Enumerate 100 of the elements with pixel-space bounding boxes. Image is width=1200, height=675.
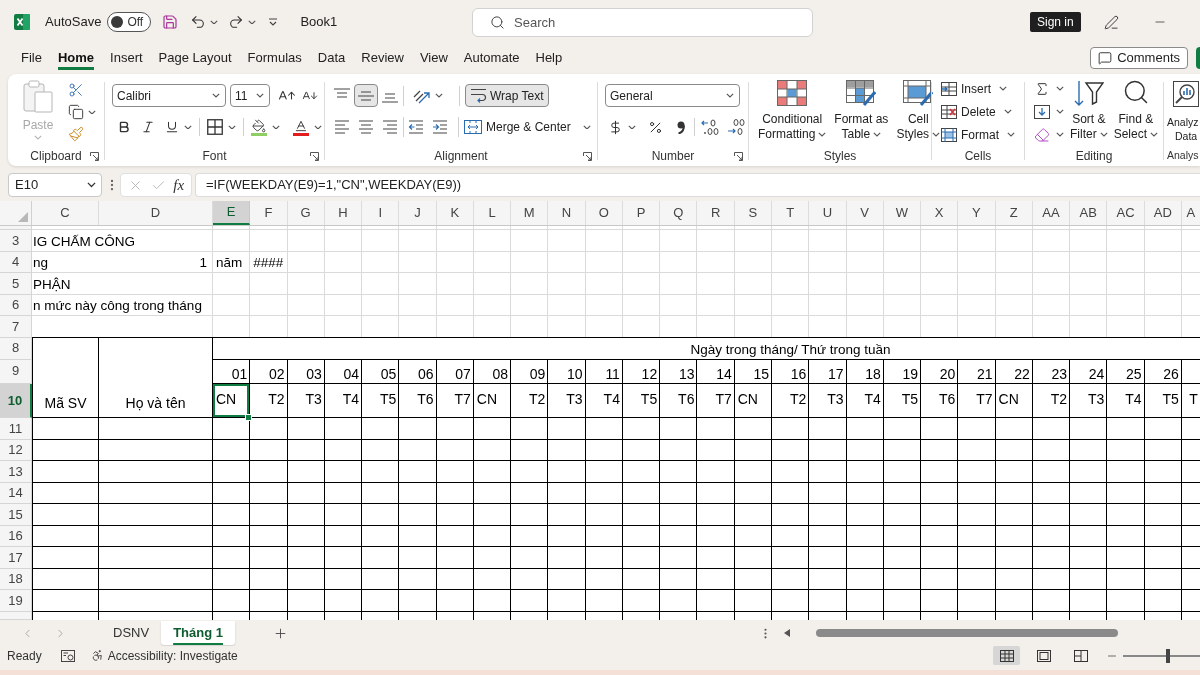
font-size-dropdown[interactable]: 11 [230,84,270,107]
redo-icon[interactable] [228,14,245,30]
row-header[interactable]: 7 [0,316,32,338]
share-button[interactable] [1196,47,1200,69]
column-header[interactable]: Z [995,201,1033,225]
row-header[interactable]: 5 [0,273,32,295]
copy-icon[interactable] [68,104,84,120]
fill-color-icon[interactable] [251,118,267,136]
row-header[interactable]: 9 [0,359,32,384]
dialog-launcher-icon[interactable] [310,151,319,161]
caret-icon[interactable] [1056,132,1064,137]
menu-tab[interactable]: Data [317,46,346,70]
dialog-launcher-icon[interactable] [583,151,592,161]
align-center-icon[interactable] [358,120,374,134]
row-header[interactable]: 3 [0,230,32,252]
fill-down-icon[interactable] [1034,104,1050,119]
underline-icon[interactable] [165,120,179,134]
caret-icon[interactable] [88,109,96,115]
increase-decimal-icon[interactable] [701,119,719,135]
undo-icon[interactable] [190,14,207,30]
comma-style-icon[interactable] [677,120,685,134]
column-header[interactable]: S [734,201,772,225]
column-header[interactable]: O [585,201,623,225]
pen-icon[interactable] [1103,14,1119,30]
column-header[interactable]: E [213,201,251,225]
caret-icon[interactable] [272,124,280,130]
merge-center-button[interactable]: Merge & Center [464,116,591,138]
delete-cells-button[interactable]: Delete [941,100,1015,123]
save-icon[interactable] [162,14,179,30]
number-format-dropdown[interactable]: General [605,84,740,107]
zoom-slider-thumb[interactable] [1165,648,1170,663]
formula-bar[interactable]: =IF(WEEKDAY(E9)=1,"CN",WEEKDAY(E9)) [195,173,1200,197]
decrease-decimal-icon[interactable] [727,119,745,135]
caret-icon[interactable] [435,93,443,98]
sheet-tab[interactable]: DSNV [101,621,162,645]
column-header[interactable]: I [362,201,400,225]
row-header[interactable]: 18 [0,568,32,590]
menu-tab[interactable]: Home [57,46,95,70]
row-header[interactable]: 16 [0,525,32,547]
autosave-toggle[interactable]: Off [107,12,152,32]
menu-tab[interactable]: File [21,46,42,70]
caret-icon[interactable] [314,124,322,130]
menu-tab[interactable]: Help [535,46,563,70]
column-header[interactable]: T [772,201,810,225]
add-sheet-icon[interactable] [272,625,288,641]
column-header[interactable]: F [250,201,288,225]
row-header[interactable]: 13 [0,461,32,483]
column-header[interactable]: AC [1107,201,1145,225]
column-header[interactable]: U [809,201,847,225]
row-header[interactable]: 12 [0,439,32,461]
caret-icon[interactable] [228,124,236,130]
search-field[interactable]: Search [472,7,813,37]
menu-tab[interactable]: Automate [463,46,520,70]
zoom-slider[interactable] [1123,648,1200,663]
caret-icon[interactable] [210,19,219,25]
align-left-icon[interactable] [334,120,350,134]
caret-icon[interactable] [1056,109,1064,114]
dialog-launcher-icon[interactable] [90,151,99,161]
currency-icon[interactable] [608,119,623,135]
column-header[interactable]: K [436,201,474,225]
borders-icon[interactable] [207,119,223,135]
find-select-button[interactable]: Find & Select [1110,80,1162,146]
analyze-data-button[interactable]: Analyz Data [1167,76,1200,146]
menu-tab[interactable]: View [419,46,448,70]
column-header[interactable]: AA [1032,201,1071,225]
conditional-formatting-button[interactable]: Conditional Formatting [755,80,830,146]
sort-filter-button[interactable]: Sort & Filter [1067,80,1111,146]
caret-icon[interactable] [248,19,257,25]
dialog-launcher-icon[interactable] [734,151,743,161]
row-header[interactable]: 11 [0,418,32,440]
autosum-icon[interactable] [1034,80,1050,97]
menu-tab[interactable]: Formulas [247,46,302,70]
insert-function-button[interactable]: fx [173,176,185,194]
column-header[interactable]: Q [660,201,698,225]
customize-toolbar-icon[interactable] [268,18,279,26]
font-name-dropdown[interactable]: Calibri [112,84,226,107]
font-color-icon[interactable] [293,118,309,136]
caret-icon[interactable] [628,124,636,130]
scrollbar-thumb[interactable] [816,629,1118,637]
row-header[interactable]: 4 [0,251,32,273]
row-header[interactable]: 17 [0,547,32,569]
accessibility-status-button[interactable]: Accessibility: Investigate [90,646,238,665]
decrease-indent-icon[interactable] [408,120,424,134]
format-cells-button[interactable]: Format [941,123,1015,146]
eraser-icon[interactable] [1034,126,1050,143]
align-right-icon[interactable] [382,120,398,134]
insert-cells-button[interactable]: Insert [941,77,1015,100]
column-header[interactable]: L [473,201,512,225]
column-header[interactable]: N [548,201,586,225]
row-header[interactable]: 8 [0,337,32,360]
sign-in-button[interactable]: Sign in [1030,12,1081,32]
menu-tab[interactable]: Page Layout [158,46,232,70]
column-header[interactable]: AB [1070,201,1108,225]
format-as-table-button[interactable]: Format as Table [831,80,892,146]
column-header[interactable]: H [324,201,363,225]
format-painter-icon[interactable] [68,126,84,142]
sheet-tab[interactable]: Tháng 1 [161,621,235,645]
column-header[interactable]: M [511,201,549,225]
column-header[interactable]: P [622,201,661,225]
normal-view-button[interactable] [993,646,1020,665]
